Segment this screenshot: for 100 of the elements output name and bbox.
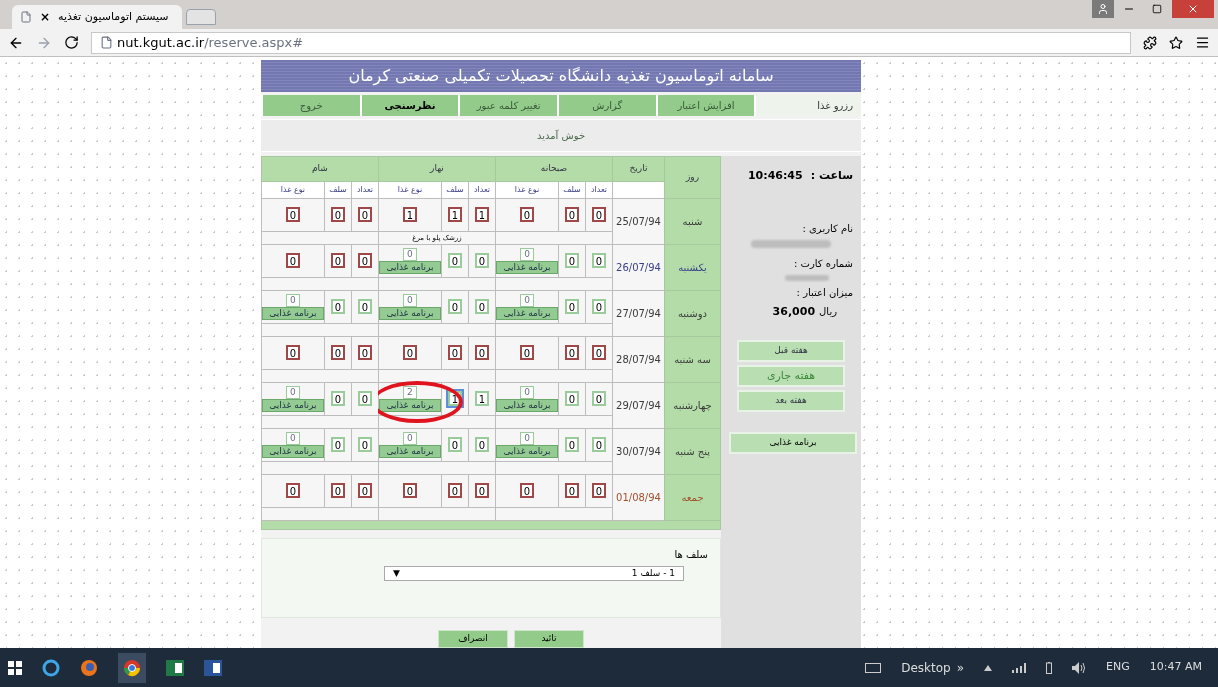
quantity-field[interactable]: 0: [330, 482, 346, 498]
meal-plan-button[interactable]: برنامه غذایی: [378, 307, 441, 320]
meal-plan-button[interactable]: برنامه غذایی: [729, 432, 857, 454]
meal-plan-button[interactable]: برنامه غذایی: [261, 307, 324, 320]
quantity-field[interactable]: 0: [591, 436, 607, 452]
meal-plan-button[interactable]: برنامه غذایی: [496, 307, 558, 320]
battery-icon[interactable]: [1046, 661, 1053, 674]
quantity-field[interactable]: 0: [402, 344, 418, 360]
quantity-field[interactable]: 0: [591, 298, 607, 314]
menu-tab[interactable]: خروج: [260, 94, 360, 117]
menu-tab[interactable]: گزارش: [557, 94, 656, 117]
quantity-field[interactable]: 0: [564, 436, 580, 452]
quantity-field[interactable]: 0: [564, 298, 580, 314]
action-button[interactable]: انصراف: [438, 630, 508, 648]
tab-close[interactable]: ×: [40, 8, 51, 26]
quantity-field[interactable]: 0: [357, 482, 373, 498]
quantity-field[interactable]: 0: [357, 298, 373, 314]
quantity-field[interactable]: 0: [357, 206, 373, 222]
quantity-field[interactable]: 0: [564, 390, 580, 406]
globe-icon[interactable]: [42, 658, 60, 677]
extension-icon[interactable]: [1143, 35, 1157, 50]
quantity-field[interactable]: 0: [564, 206, 580, 222]
quantity-field[interactable]: 0: [474, 344, 490, 360]
meal-plan-button[interactable]: برنامه غذایی: [261, 399, 324, 412]
food-type-field[interactable]: 0: [520, 294, 534, 307]
menu-icon[interactable]: [1195, 35, 1210, 50]
food-type-field[interactable]: 0: [520, 432, 534, 445]
food-type-field[interactable]: 0: [285, 294, 300, 307]
salf-select[interactable]: 1 - سلف 1 ▼: [384, 566, 684, 581]
quantity-field[interactable]: 0: [357, 344, 373, 360]
quantity-field[interactable]: 0: [591, 344, 607, 360]
quantity-field[interactable]: 0: [330, 252, 346, 268]
meal-plan-button[interactable]: برنامه غذایی: [496, 261, 558, 274]
food-type-field[interactable]: 0: [520, 248, 534, 261]
spreadsheet-icon[interactable]: [166, 659, 184, 676]
quantity-field[interactable]: 0: [564, 252, 580, 268]
quantity-field[interactable]: 0: [285, 252, 301, 268]
quantity-field[interactable]: 0: [447, 436, 463, 452]
quantity-field[interactable]: 0: [474, 436, 490, 452]
quantity-field[interactable]: 0: [357, 252, 373, 268]
up-arrow-icon[interactable]: [984, 664, 993, 671]
menu-tab[interactable]: تغییر کلمه عبور: [458, 94, 557, 117]
desktop-toolbar[interactable]: Desktop: [901, 658, 951, 677]
bookmark-star-icon[interactable]: [1169, 35, 1183, 50]
quantity-field[interactable]: 0: [285, 206, 301, 222]
food-type-field[interactable]: 2: [402, 386, 417, 399]
taskbar-clock[interactable]: 10:47 AM: [1149, 659, 1202, 676]
quantity-field[interactable]: 0: [447, 344, 463, 360]
language-indicator[interactable]: ENG: [1106, 659, 1130, 676]
toolbar-chevron[interactable]: »: [956, 658, 965, 677]
food-type-field[interactable]: 0: [402, 294, 417, 307]
quantity-field[interactable]: 0: [519, 482, 535, 498]
meal-plan-button[interactable]: برنامه غذایی: [378, 399, 441, 412]
quantity-field[interactable]: 0: [519, 344, 535, 360]
quantity-field[interactable]: 0: [474, 482, 490, 498]
meal-plan-button[interactable]: برنامه غذایی: [261, 445, 324, 458]
week-button[interactable]: هفته قبل: [737, 340, 845, 362]
quantity-field[interactable]: 0: [591, 390, 607, 406]
quantity-field[interactable]: 0: [447, 298, 463, 314]
meal-plan-button[interactable]: برنامه غذایی: [496, 399, 558, 412]
keyboard-icon[interactable]: [865, 662, 882, 673]
quantity-field[interactable]: 0: [330, 206, 346, 222]
quantity-field[interactable]: 0: [591, 482, 607, 498]
menu-tab[interactable]: رزرو غذا: [754, 94, 861, 117]
quantity-field[interactable]: 0: [474, 298, 490, 314]
browser-tab[interactable]: × سیستم اتوماسیون تغذیه: [12, 5, 182, 29]
meal-plan-button[interactable]: برنامه غذایی: [378, 445, 441, 458]
quantity-field[interactable]: 0: [564, 344, 580, 360]
quantity-field[interactable]: 0: [447, 252, 463, 268]
food-type-field[interactable]: 0: [285, 432, 300, 445]
quantity-field[interactable]: 0: [330, 298, 346, 314]
windows-logo-icon[interactable]: [8, 660, 22, 675]
quantity-field[interactable]: 0: [285, 482, 301, 498]
food-type-field[interactable]: 0: [402, 248, 417, 261]
food-type-field[interactable]: 0: [520, 386, 534, 399]
food-type-field[interactable]: 0: [285, 386, 300, 399]
quantity-field[interactable]: 1: [474, 390, 490, 406]
menu-tab[interactable]: افزایش اعتبار: [655, 94, 755, 117]
quantity-field[interactable]: 0: [357, 390, 373, 406]
quantity-field[interactable]: 0: [564, 482, 580, 498]
reload-icon[interactable]: [64, 35, 79, 50]
quantity-field[interactable]: 0: [591, 206, 607, 222]
chrome-browser-icon[interactable]: [118, 652, 146, 683]
quantity-field[interactable]: 0: [402, 482, 418, 498]
quantity-field[interactable]: 1: [474, 206, 490, 222]
week-button[interactable]: هفته بعد: [737, 390, 845, 412]
address-bar[interactable]: nut.kgut.ac.ir/reserve.aspx#: [91, 31, 1131, 54]
menu-tab[interactable]: نظرسنجی: [359, 94, 459, 117]
quantity-field[interactable]: 0: [330, 390, 346, 406]
quantity-field[interactable]: 0: [357, 436, 373, 452]
quantity-field[interactable]: 0: [330, 344, 346, 360]
food-type-field[interactable]: 0: [402, 432, 417, 445]
profile-button[interactable]: [1092, 0, 1114, 18]
meal-plan-button[interactable]: برنامه غذایی: [496, 445, 558, 458]
quantity-field[interactable]: 1: [447, 206, 463, 222]
document-icon[interactable]: [204, 659, 222, 676]
quantity-field[interactable]: 0: [591, 252, 607, 268]
quantity-field[interactable]: 0: [285, 344, 301, 360]
quantity-field[interactable]: 0: [330, 436, 346, 452]
meal-plan-button[interactable]: برنامه غذایی: [378, 261, 441, 274]
